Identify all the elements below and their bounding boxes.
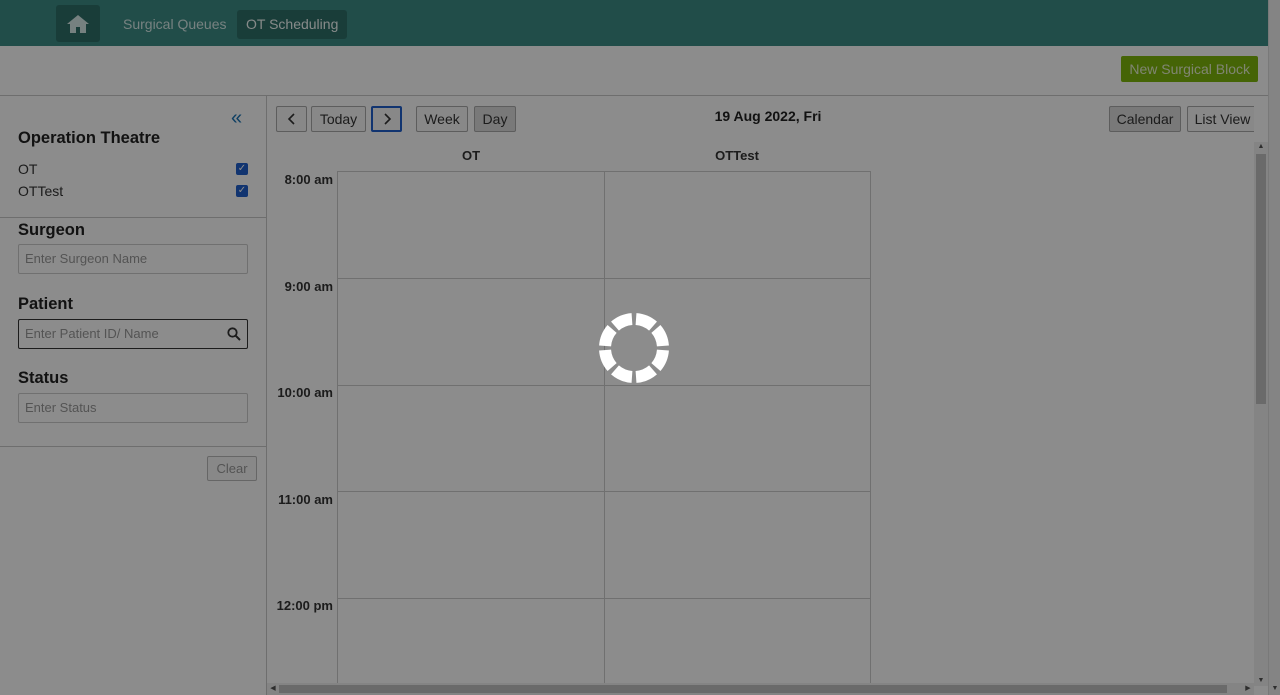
loading-spinner-icon [599, 313, 669, 383]
loading-overlay [0, 0, 1280, 695]
spinner-segment [611, 313, 633, 331]
spinner-segment [651, 349, 669, 371]
spinner-segment [651, 325, 669, 347]
spinner-segment [611, 365, 633, 383]
spinner-segment [635, 313, 657, 331]
spinner-segment [635, 365, 657, 383]
spinner-segment [599, 325, 617, 347]
spinner-segment [599, 349, 617, 371]
